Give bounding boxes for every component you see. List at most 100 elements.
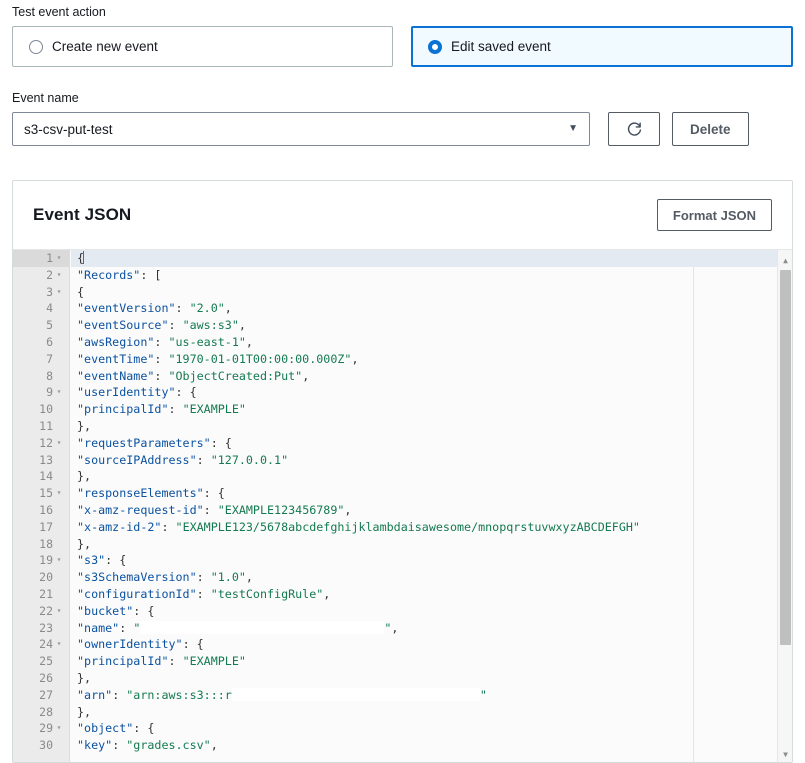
code-line-content[interactable]: "eventName": "ObjectCreated:Put", bbox=[71, 368, 792, 385]
code-line[interactable]: 24 ▾ "ownerIdentity": { bbox=[13, 636, 792, 654]
line-number-cell: 15 ▾ bbox=[13, 485, 70, 502]
code-line-content[interactable]: "awsRegion": "us-east-1", bbox=[71, 334, 792, 351]
code-line-content[interactable]: "x-amz-request-id": "EXAMPLE123456789", bbox=[71, 502, 792, 519]
code-line[interactable]: 11 }, bbox=[13, 417, 792, 435]
code-line[interactable]: 5 "eventSource": "aws:s3", bbox=[13, 317, 792, 334]
code-line-content[interactable]: }, bbox=[71, 536, 792, 553]
code-line[interactable]: 25 "principalId": "EXAMPLE" bbox=[13, 653, 792, 670]
fold-toggle-icon[interactable]: ▾ bbox=[54, 485, 64, 502]
line-number-cell: 28 bbox=[13, 703, 70, 721]
code-text: "responseElements": { bbox=[71, 485, 792, 502]
json-string: "EXAMPLE123/5678abcdefghijklambdaisaweso… bbox=[175, 519, 640, 534]
code-line-content[interactable]: "requestParameters": { bbox=[71, 435, 792, 452]
code-line-content[interactable]: "s3": { bbox=[71, 552, 792, 569]
scrollbar-thumb[interactable] bbox=[780, 270, 791, 645]
code-line-content[interactable]: "eventTime": "1970-01-01T00:00:00.000Z", bbox=[71, 351, 792, 368]
code-line-content[interactable]: { bbox=[71, 284, 792, 301]
code-line[interactable]: 9 ▾ "userIdentity": { bbox=[13, 384, 792, 402]
code-line-content[interactable]: "eventSource": "aws:s3", bbox=[71, 317, 792, 334]
code-line[interactable]: 26 }, bbox=[13, 669, 792, 687]
fold-toggle-icon[interactable]: ▾ bbox=[54, 384, 64, 401]
radio-tile-create-new-event[interactable]: Create new event bbox=[12, 26, 393, 67]
code-line[interactable]: 14 }, bbox=[13, 468, 792, 486]
code-line[interactable]: 22 ▾ "bucket": { bbox=[13, 602, 792, 620]
code-line[interactable]: 8 "eventName": "ObjectCreated:Put", bbox=[13, 367, 792, 385]
code-line-content[interactable]: "principalId": "EXAMPLE" bbox=[71, 401, 792, 418]
code-line[interactable]: 15 ▾ "responseElements": { bbox=[13, 485, 792, 502]
code-line[interactable]: 19 ▾ "s3": { bbox=[13, 552, 792, 570]
code-line[interactable]: 10 "principalId": "EXAMPLE" bbox=[13, 401, 792, 418]
code-line-content[interactable]: "key": "grades.csv", bbox=[71, 737, 792, 754]
fold-toggle-icon[interactable]: ▾ bbox=[54, 250, 64, 267]
code-line[interactable]: 13 "sourceIPAddress": "127.0.0.1" bbox=[13, 451, 792, 469]
code-line-content[interactable]: "configurationId": "testConfigRule", bbox=[71, 586, 792, 603]
code-lines[interactable]: 1 ▾{2 ▾ "Records": [3 ▾ {4 "eventVersion": … bbox=[13, 250, 792, 754]
fold-toggle-icon[interactable]: ▾ bbox=[54, 435, 64, 452]
code-text: }, bbox=[71, 468, 792, 485]
code-line[interactable]: 6 "awsRegion": "us-east-1", bbox=[13, 333, 792, 351]
code-line[interactable]: 28 }, bbox=[13, 703, 792, 721]
fold-toggle-icon[interactable]: ▾ bbox=[54, 636, 64, 653]
code-line[interactable]: 7 "eventTime": "1970-01-01T00:00:00.000Z… bbox=[13, 350, 792, 368]
code-line[interactable]: 4 "eventVersion": "2.0", bbox=[13, 300, 792, 318]
code-line-content[interactable]: "s3SchemaVersion": "1.0", bbox=[71, 569, 792, 586]
code-line-content[interactable]: "eventVersion": "2.0", bbox=[71, 300, 792, 317]
code-line-content[interactable]: "name": " ", bbox=[71, 620, 792, 637]
code-line-content[interactable]: "userIdentity": { bbox=[71, 384, 792, 401]
code-line[interactable]: 1 ▾{ bbox=[13, 250, 792, 267]
code-line-content[interactable]: "arn": "arn:aws:s3:::r " bbox=[71, 687, 792, 704]
line-number-cell: 16 bbox=[13, 501, 70, 519]
code-line[interactable]: 2 ▾ "Records": [ bbox=[13, 266, 792, 284]
line-number: 6 bbox=[46, 334, 53, 349]
editor-vertical-scrollbar[interactable]: ▲ ▼ bbox=[777, 250, 792, 762]
delete-button[interactable]: Delete bbox=[672, 112, 749, 146]
code-line[interactable]: 12 ▾ "requestParameters": { bbox=[13, 434, 792, 452]
code-line-content[interactable]: "ownerIdentity": { bbox=[71, 636, 792, 653]
code-line[interactable]: 21 "configurationId": "testConfigRule", bbox=[13, 585, 792, 603]
fold-toggle-icon[interactable]: ▾ bbox=[54, 720, 64, 737]
code-line[interactable]: 3 ▾ { bbox=[13, 283, 792, 301]
code-text: "requestParameters": { bbox=[71, 435, 792, 452]
code-line[interactable]: 23 "name": " ", bbox=[13, 619, 792, 637]
json-punctuation: }, bbox=[77, 704, 92, 719]
code-line-content[interactable]: }, bbox=[71, 468, 792, 485]
json-punctuation: { bbox=[77, 284, 85, 299]
radio-tile-edit-saved-event[interactable]: Edit saved event bbox=[411, 26, 793, 67]
scroll-up-arrow-icon[interactable]: ▲ bbox=[778, 252, 792, 268]
code-line-content[interactable]: }, bbox=[71, 418, 792, 435]
json-key: "eventTime" bbox=[77, 351, 155, 366]
event-name-select[interactable]: s3-csv-put-test ▼ bbox=[12, 112, 590, 146]
json-punctuation: : [ bbox=[140, 267, 162, 282]
line-number-cell: 19 ▾ bbox=[13, 552, 70, 570]
scroll-down-arrow-icon[interactable]: ▼ bbox=[778, 746, 792, 762]
code-line-content[interactable]: "principalId": "EXAMPLE" bbox=[71, 653, 792, 670]
code-line-content[interactable]: }, bbox=[71, 670, 792, 687]
code-line-content[interactable]: }, bbox=[71, 704, 792, 721]
fold-toggle-icon[interactable]: ▾ bbox=[54, 284, 64, 301]
code-line-content[interactable]: "bucket": { bbox=[71, 603, 792, 620]
refresh-button[interactable] bbox=[608, 112, 660, 146]
code-line[interactable]: 16 "x-amz-request-id": "EXAMPLE123456789… bbox=[13, 501, 792, 519]
json-key: "name" bbox=[77, 620, 120, 635]
code-line-content[interactable]: "object": { bbox=[71, 720, 792, 737]
line-number-cell: 9 ▾ bbox=[13, 384, 70, 402]
code-line[interactable]: 17 "x-amz-id-2": "EXAMPLE123/5678abcdefg… bbox=[13, 518, 792, 536]
code-line-content[interactable]: "x-amz-id-2": "EXAMPLE123/5678abcdefghij… bbox=[71, 519, 792, 536]
fold-toggle-icon[interactable]: ▾ bbox=[54, 552, 64, 569]
code-line-content[interactable]: "sourceIPAddress": "127.0.0.1" bbox=[71, 452, 792, 469]
code-line-content[interactable]: "Records": [ bbox=[71, 267, 792, 284]
line-number-cell: 6 bbox=[13, 333, 70, 351]
code-line[interactable]: 29 ▾ "object": { bbox=[13, 720, 792, 738]
code-line[interactable]: 30 "key": "grades.csv", bbox=[13, 737, 792, 754]
code-line[interactable]: 27 "arn": "arn:aws:s3:::r " bbox=[13, 686, 792, 704]
format-json-button[interactable]: Format JSON bbox=[656, 199, 772, 231]
code-line-content[interactable]: { bbox=[71, 250, 792, 267]
code-line[interactable]: 20 "s3SchemaVersion": "1.0", bbox=[13, 569, 792, 586]
json-string: "ObjectCreated:Put" bbox=[168, 368, 303, 383]
json-punctuation: : bbox=[154, 334, 169, 349]
fold-toggle-icon[interactable]: ▾ bbox=[54, 267, 64, 284]
code-line-content[interactable]: "responseElements": { bbox=[71, 485, 792, 502]
json-code-editor[interactable]: 1 ▾{2 ▾ "Records": [3 ▾ {4 "eventVersion": … bbox=[13, 249, 792, 762]
fold-toggle-icon[interactable]: ▾ bbox=[54, 603, 64, 620]
code-line[interactable]: 18 }, bbox=[13, 535, 792, 553]
